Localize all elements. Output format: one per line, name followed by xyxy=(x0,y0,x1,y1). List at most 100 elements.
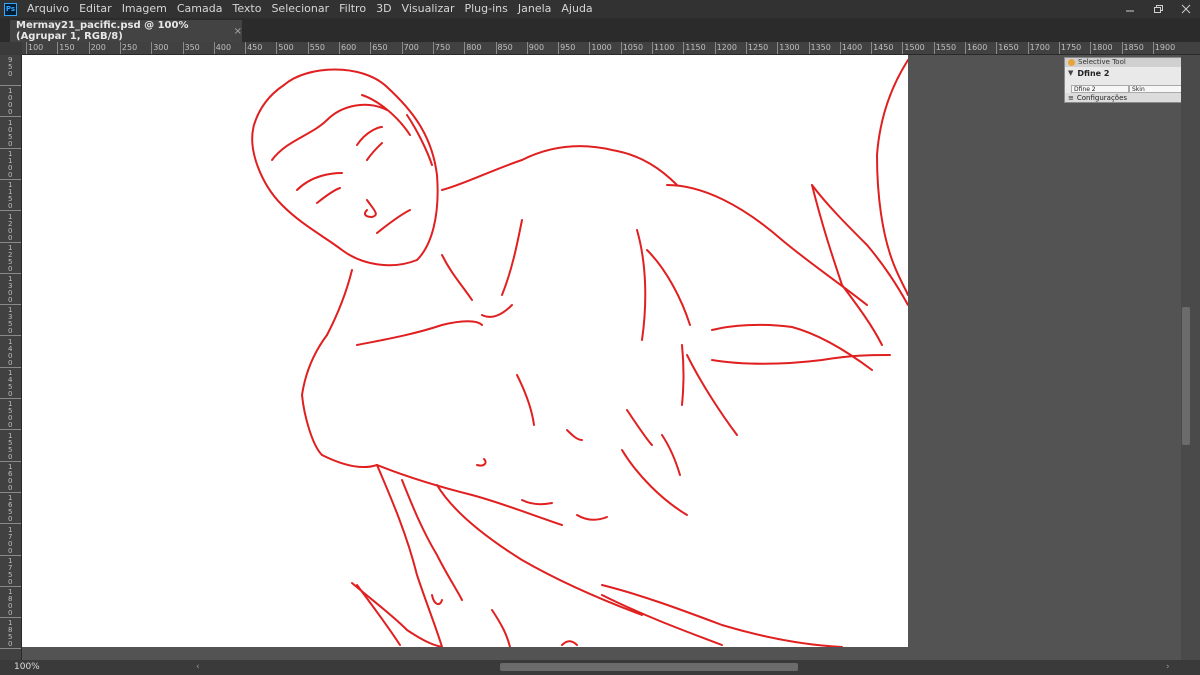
ruler-tick xyxy=(0,429,21,431)
menu-ajuda[interactable]: Ajuda xyxy=(557,0,598,18)
ruler-tick xyxy=(0,210,21,212)
menu-editar[interactable]: Editar xyxy=(75,0,118,18)
ruler-label: 1450 xyxy=(8,369,13,398)
selective-tool-panel[interactable]: Selective Tool – × ▼ Dfine 2 Dfine 2 Ski… xyxy=(1064,57,1198,103)
ruler-tick xyxy=(151,42,153,54)
panel-title-bar[interactable]: Selective Tool – × xyxy=(1065,58,1197,67)
ruler-tick xyxy=(370,42,372,54)
preset-cell-skin[interactable]: Skin xyxy=(1129,85,1187,93)
ruler-tick xyxy=(0,272,21,274)
minimize-icon[interactable] xyxy=(1116,0,1144,18)
vertical-ruler[interactable]: 950 1000 1050 1100 1150 1200 1250 1300 1350 1400 1… xyxy=(0,55,22,660)
ruler-label: 400 xyxy=(215,43,232,52)
ruler-label: 1650 xyxy=(998,43,1019,52)
ruler-label: 1650 xyxy=(8,494,13,524)
ruler-label: 900 xyxy=(528,43,545,52)
ruler-label: 1800 xyxy=(8,588,13,618)
ruler-tick xyxy=(57,42,59,54)
ruler-tick xyxy=(777,42,779,54)
menu-bar: Ps Arquivo Editar Imagem Camada Texto Se… xyxy=(0,0,1200,18)
menu-camada[interactable]: Camada xyxy=(173,0,229,18)
ruler-label: 1050 xyxy=(622,43,644,52)
ruler-label: 1850 xyxy=(8,619,13,649)
panel-title: Selective Tool xyxy=(1078,58,1126,66)
document-tab-title: Mermay21_pacific.psd @ 100% (Agrupar 1, … xyxy=(16,20,189,42)
sketch-hand xyxy=(351,582,443,647)
collapse-triangle-icon[interactable]: ▼ xyxy=(1068,69,1073,77)
menu-janela[interactable]: Janela xyxy=(514,0,558,18)
scroll-right-arrow-icon[interactable]: › xyxy=(1166,660,1170,675)
ruler-label: 1500 xyxy=(8,400,13,430)
ruler-tick xyxy=(182,42,184,54)
ruler-label: 1250 xyxy=(747,43,769,52)
sketch-eyebrow xyxy=(296,172,343,191)
ruler-tick xyxy=(0,178,21,180)
ruler-corner[interactable] xyxy=(0,42,22,55)
sketch-navel xyxy=(476,458,487,467)
menu-imagem[interactable]: Imagem xyxy=(118,0,173,18)
ruler-tick xyxy=(0,585,21,587)
ruler-label: 150 xyxy=(59,43,75,52)
ruler-label: 650 xyxy=(372,43,388,52)
document-canvas[interactable] xyxy=(22,55,908,647)
ruler-label: 1600 xyxy=(967,43,988,52)
ruler-label: 850 xyxy=(497,43,513,52)
menu-visualizar[interactable]: Visualizar xyxy=(398,0,461,18)
ruler-tick xyxy=(307,42,309,54)
vertical-scroll-thumb[interactable] xyxy=(1182,307,1190,445)
menu-arquivo[interactable]: Arquivo xyxy=(23,0,75,18)
sketch-nose xyxy=(363,199,377,218)
sketch-eye xyxy=(316,187,341,204)
horizontal-scroll-thumb[interactable] xyxy=(500,663,798,671)
tab-close-icon[interactable]: × xyxy=(234,26,242,37)
ruler-label: 250 xyxy=(121,43,138,52)
menu-filtro[interactable]: Filtro xyxy=(335,0,372,18)
sketch-mouth xyxy=(376,209,411,234)
sketch-fin xyxy=(811,184,883,346)
menu-texto[interactable]: Texto xyxy=(228,0,267,18)
ruler-tick xyxy=(1121,42,1123,54)
sketch-right-arm xyxy=(686,354,738,436)
ruler-label: 1150 xyxy=(8,181,13,211)
menu-plugins[interactable]: Plug-ins xyxy=(460,0,513,18)
ruler-label: 1750 xyxy=(1060,43,1082,52)
photoshop-logo-icon[interactable]: Ps xyxy=(4,2,17,16)
sketch-drawing xyxy=(251,59,908,647)
ruler-tick xyxy=(965,42,966,54)
sketch-abs xyxy=(566,429,583,441)
ruler-tick xyxy=(714,42,716,54)
close-icon[interactable] xyxy=(1172,0,1200,18)
sketch-torso-left xyxy=(301,334,378,468)
zoom-level-field[interactable]: 100% xyxy=(14,661,58,674)
scroll-left-arrow-icon[interactable]: ‹ xyxy=(196,660,200,675)
ruler-tick xyxy=(526,42,528,54)
ruler-tick xyxy=(401,42,403,54)
menu-3d[interactable]: 3D xyxy=(372,0,397,18)
sketch-fin xyxy=(811,184,908,306)
sketch-fin xyxy=(876,59,908,296)
horizontal-ruler[interactable]: 100 150 200 250 300 350 400 450 500 550 600 650 700 7… xyxy=(0,42,1200,55)
ruler-label: 1850 xyxy=(1123,43,1144,52)
menu-selecionar[interactable]: Selecionar xyxy=(267,0,335,18)
ruler-tick xyxy=(652,42,653,54)
preset-cell-dfine[interactable]: Dfine 2 xyxy=(1071,85,1129,93)
ruler-label: 1400 xyxy=(8,337,13,367)
sketch-neck xyxy=(326,269,353,336)
ruler-tick xyxy=(495,42,497,54)
ruler-label: 550 xyxy=(309,43,325,52)
restore-icon[interactable] xyxy=(1144,0,1172,18)
settings-label: Configurações xyxy=(1076,93,1128,102)
document-tab[interactable]: Mermay21_pacific.psd @ 100% (Agrupar 1, … xyxy=(10,20,242,42)
ruler-tick xyxy=(276,42,278,54)
panel-footer[interactable]: ≡ Configurações xyxy=(1065,93,1197,102)
sketch-abs xyxy=(621,449,688,516)
panel-section-header[interactable]: ▼ Dfine 2 xyxy=(1065,67,1197,79)
ruler-tick xyxy=(0,116,21,118)
ruler-label: 1700 xyxy=(8,525,13,555)
ruler-label: 1600 xyxy=(8,462,13,492)
ruler-label: 1350 xyxy=(810,43,831,52)
ruler-tick xyxy=(0,460,21,462)
ruler-tick xyxy=(902,42,904,54)
ruler-tick xyxy=(871,42,873,54)
sketch-abs xyxy=(576,514,608,521)
